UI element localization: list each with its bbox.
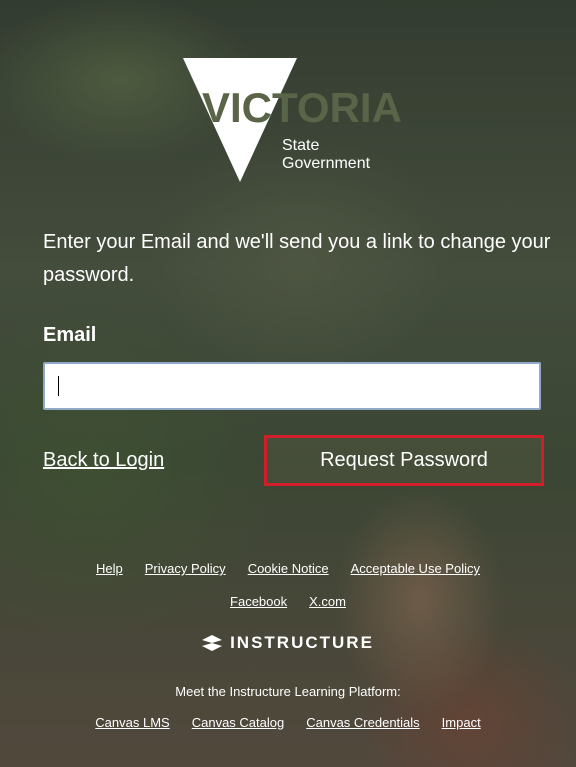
- request-password-button[interactable]: Request Password: [264, 435, 544, 486]
- email-field[interactable]: [43, 362, 541, 410]
- back-to-login-link[interactable]: Back to Login: [43, 449, 164, 472]
- instructure-logo-icon: [202, 635, 223, 651]
- cookie-notice-link[interactable]: Cookie Notice: [248, 561, 329, 576]
- footer-links-primary: Help Privacy Policy Cookie Notice Accept…: [0, 561, 576, 576]
- acceptable-use-policy-link[interactable]: Acceptable Use Policy: [351, 561, 480, 576]
- login-page: VICTORIA State Government Enter your Ema…: [0, 0, 576, 767]
- x-com-link[interactable]: X.com: [309, 594, 346, 609]
- svg-text:Government: Government: [282, 155, 371, 172]
- text-caret: [58, 376, 59, 396]
- instruction-text: Enter your Email and we'll send you a li…: [43, 231, 551, 286]
- email-label: Email: [43, 324, 97, 346]
- privacy-policy-link[interactable]: Privacy Policy: [145, 561, 226, 576]
- instructure-wordmark: INSTRUCTURE: [230, 633, 374, 652]
- footer-links-social: Facebook X.com: [0, 594, 576, 609]
- canvas-lms-link[interactable]: Canvas LMS: [95, 715, 169, 730]
- canvas-credentials-link[interactable]: Canvas Credentials: [306, 715, 419, 730]
- footer-links-platform: Canvas LMS Canvas Catalog Canvas Credent…: [0, 715, 576, 730]
- help-link[interactable]: Help: [96, 561, 123, 576]
- platform-tagline: Meet the Instructure Learning Platform:: [175, 684, 401, 699]
- impact-link[interactable]: Impact: [442, 715, 481, 730]
- victoria-logo: VICTORIA State Government: [183, 58, 402, 182]
- svg-text:State: State: [282, 137, 319, 154]
- svg-text:VICTORIA: VICTORIA: [202, 84, 402, 131]
- facebook-link[interactable]: Facebook: [230, 594, 287, 609]
- canvas-catalog-link[interactable]: Canvas Catalog: [192, 715, 285, 730]
- instructure-brand[interactable]: INSTRUCTURE: [0, 633, 576, 653]
